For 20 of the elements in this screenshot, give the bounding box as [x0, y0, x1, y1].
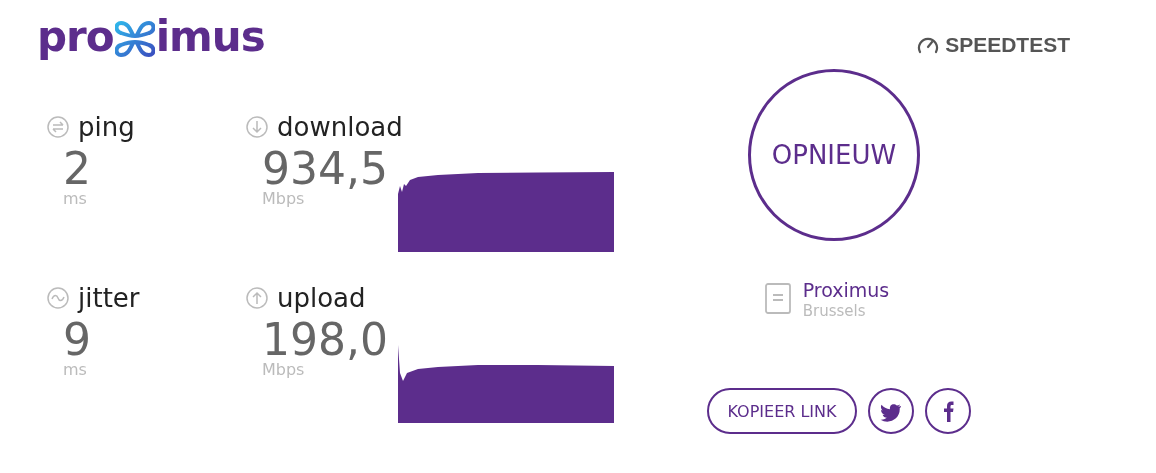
metric-label: download	[277, 111, 403, 144]
jitter-icon	[47, 287, 69, 309]
speedtest-label: SPEEDTEST	[945, 33, 1070, 57]
document-icon	[764, 283, 791, 314]
twitter-button[interactable]	[867, 388, 914, 434]
logo-text: pro	[37, 14, 114, 60]
metric-label: jitter	[78, 282, 140, 315]
x-logo-drawing	[114, 19, 155, 59]
ping-icon	[47, 116, 69, 138]
restart-button[interactable]: OPNIEUW	[748, 69, 920, 241]
facebook-button[interactable]	[924, 388, 971, 434]
upload-icon	[246, 287, 268, 309]
copy-link-button[interactable]: KOPIEER LINK	[707, 388, 857, 434]
metric-label: upload	[277, 282, 366, 315]
server-location: Brussels	[802, 302, 867, 320]
server-name[interactable]: Proximus	[802, 278, 890, 302]
logo-text: imus	[155, 14, 265, 60]
download-icon	[246, 116, 268, 138]
gauge-icon	[917, 35, 940, 55]
metric-label: ping	[78, 111, 135, 144]
